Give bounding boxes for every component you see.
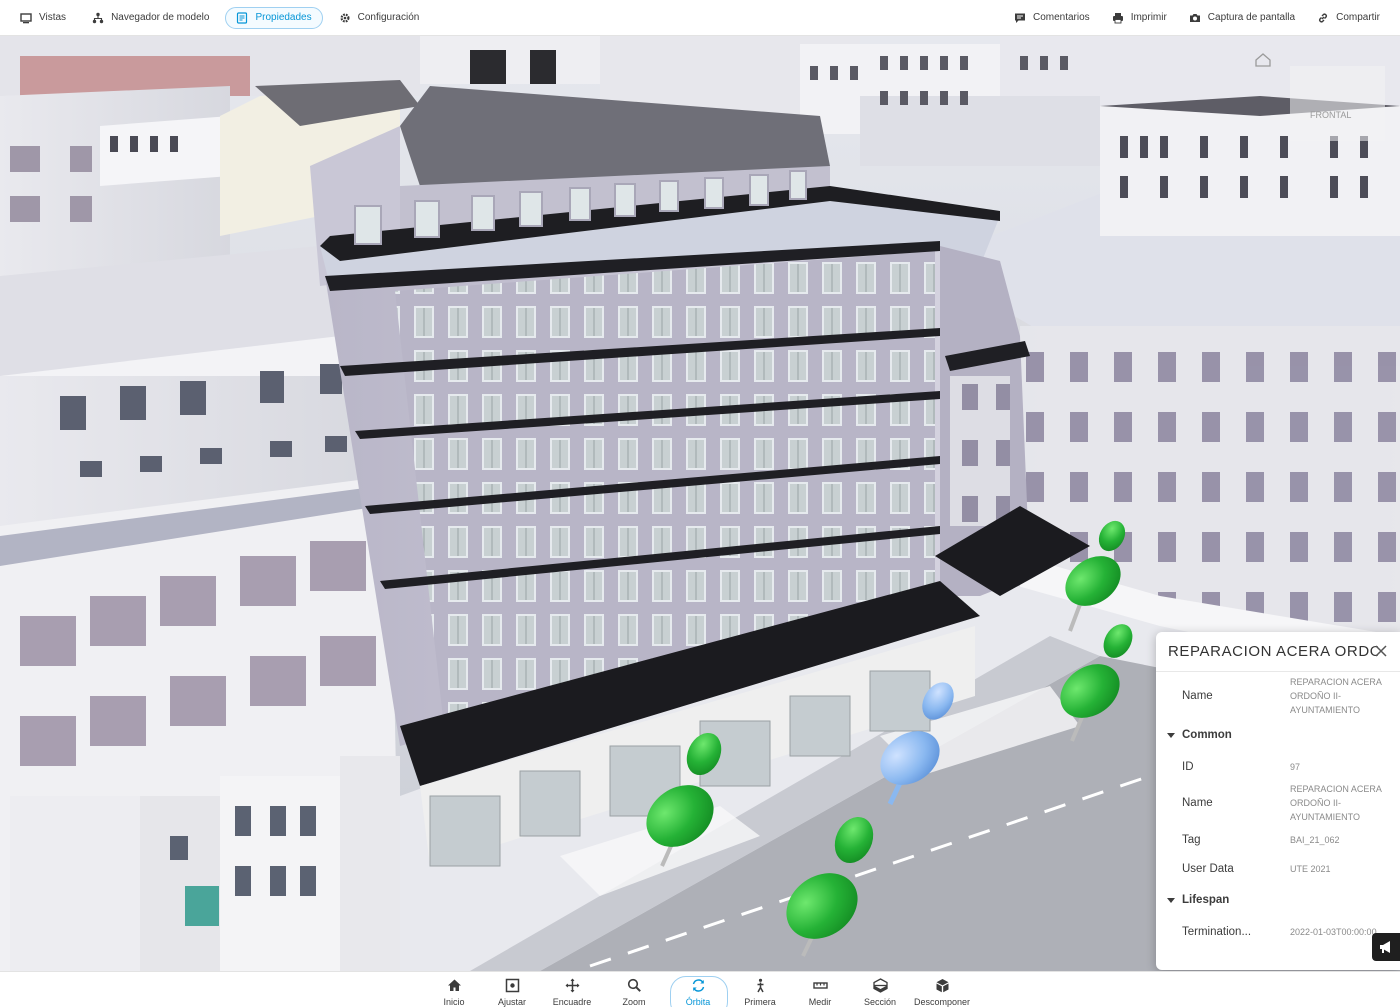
property-value: UTE 2021 [1290, 863, 1331, 874]
properties-panel-header[interactable]: REPARACION ACERA ORDOÑO II [1156, 632, 1400, 672]
property-name: Termination... [1182, 925, 1252, 938]
orbit-button[interactable]: Órbita [670, 976, 728, 1007]
home-button[interactable]: Inicio [426, 978, 482, 1007]
section-label: Sección [863, 997, 897, 1007]
top-toolbar-left: Vistas Navegador de modelo Propiedades C… [10, 6, 430, 29]
explode-icon [936, 979, 948, 993]
settings-label: Configuración [357, 12, 420, 23]
vistas-button[interactable]: Vistas [10, 7, 76, 29]
category-label: Lifespan [1182, 894, 1230, 906]
monitor-icon [20, 12, 32, 23]
zoom-button[interactable]: Zoom [606, 978, 662, 1007]
property-name: User Data [1182, 862, 1234, 875]
property-name: Tag [1182, 833, 1201, 846]
close-icon[interactable] [1374, 644, 1388, 658]
model-browser-label: Navegador de modelo [111, 12, 210, 23]
comments-label: Comentarios [1032, 12, 1090, 23]
property-name: Name [1182, 690, 1213, 702]
section-icon [872, 978, 888, 993]
home-icon [447, 979, 461, 991]
megaphone-icon [1380, 941, 1390, 953]
caret-down-icon [1167, 898, 1175, 903]
screenshot-button[interactable]: Captura de pantalla [1181, 7, 1303, 29]
model-browser-button[interactable]: Navegador de modelo [82, 7, 219, 29]
bottom-toolbar: Inicio Ajustar Encuadre Zoom Órbita Prim… [0, 971, 1400, 1007]
vistas-label: Vistas [39, 12, 67, 23]
property-value: REPARACION ACERA ORDOÑO II- AYUNTAMIENTO [1290, 784, 1382, 822]
pan-icon [565, 978, 579, 993]
fit-button[interactable]: Ajustar [484, 978, 540, 1007]
property-row: Termination... 2022-01-03T00:00:00 [1156, 917, 1400, 946]
first-person-label: Primera [744, 997, 776, 1007]
property-name: Name [1182, 797, 1213, 809]
camera-icon [1189, 13, 1200, 22]
properties-icon [237, 11, 248, 24]
comments-button[interactable]: Comentarios [1006, 7, 1098, 29]
orbit-icon [692, 979, 704, 992]
property-value: BAI_21_062 [1290, 834, 1340, 845]
measure-label: Medir [808, 997, 832, 1007]
property-value: REPARACION ACERA ORDOÑO II- AYUNTAMIENTO [1290, 677, 1382, 715]
property-row: Tag BAI_21_062 [1156, 825, 1400, 854]
section-button[interactable]: Sección [852, 978, 908, 1007]
first-person-button[interactable]: Primera [732, 978, 788, 1007]
category-label: Common [1182, 729, 1232, 741]
fit-label: Ajustar [497, 997, 526, 1007]
property-row: Name REPARACION ACERA ORDOÑO II- AYUNTAM… [1156, 781, 1400, 825]
property-value: 97 [1290, 761, 1301, 772]
screenshot-label: Captura de pantalla [1207, 12, 1296, 23]
print-button[interactable]: Imprimir [1104, 7, 1175, 29]
orbit-label: Órbita [685, 997, 711, 1007]
measure-icon [812, 982, 828, 989]
zoom-label: Zoom [622, 997, 646, 1007]
explode-button[interactable]: Descomponer [914, 978, 970, 1007]
pan-button[interactable]: Encuadre [544, 978, 600, 1007]
properties-button[interactable]: Propiedades [225, 6, 323, 29]
category-common[interactable]: Common [1156, 718, 1400, 752]
first-person-icon [756, 978, 764, 993]
link-icon [1319, 13, 1328, 22]
printer-icon [1112, 12, 1123, 23]
measure-button[interactable]: Medir [792, 978, 848, 1007]
pan-label: Encuadre [552, 997, 592, 1007]
top-toolbar-right: Comentarios Imprimir Captura de pantalla… [1006, 7, 1388, 29]
fit-icon [505, 978, 519, 993]
print-label: Imprimir [1130, 12, 1167, 23]
property-row: Name REPARACION ACERA ORDOÑO II- AYUNTAM… [1156, 674, 1400, 718]
explode-label: Descomponer [913, 997, 971, 1007]
model-tree-icon [92, 12, 104, 23]
properties-panel: REPARACION ACERA ORDOÑO II Name REPARACI… [1156, 632, 1400, 970]
svg-text:FRONTAL: FRONTAL [1310, 110, 1351, 120]
caret-down-icon [1167, 733, 1175, 738]
category-lifespan[interactable]: Lifespan [1156, 883, 1400, 917]
home-label: Inicio [443, 997, 465, 1007]
settings-button[interactable]: Configuración [329, 7, 430, 29]
share-button[interactable]: Compartir [1309, 7, 1388, 29]
zoom-icon [627, 978, 641, 992]
share-label: Compartir [1336, 12, 1380, 23]
feedback-button[interactable] [1372, 933, 1400, 961]
gear-icon [340, 12, 350, 23]
properties-label: Propiedades [255, 12, 312, 23]
property-row: ID 97 [1156, 752, 1400, 781]
top-toolbar: Vistas Navegador de modelo Propiedades C… [0, 0, 1400, 36]
properties-list: Name REPARACION ACERA ORDOÑO II- AYUNTAM… [1156, 672, 1400, 946]
comment-icon [1014, 13, 1025, 23]
property-name: ID [1182, 760, 1194, 773]
properties-panel-title: REPARACION ACERA ORDOÑO II [1168, 643, 1378, 660]
property-row: User Data UTE 2021 [1156, 854, 1400, 883]
